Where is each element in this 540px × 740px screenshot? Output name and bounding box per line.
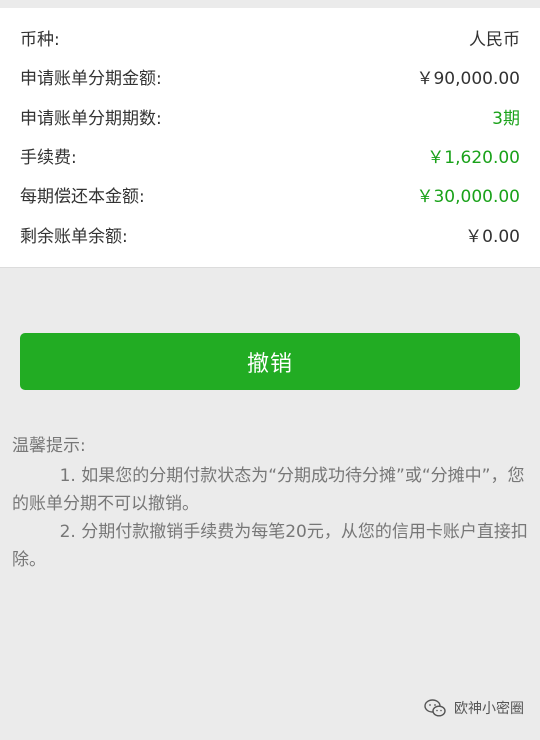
installment-amount-value: ￥90,000.00 — [416, 69, 520, 90]
fee-value: ￥1,620.00 — [427, 148, 520, 169]
fee-label: 手续费: — [20, 148, 77, 169]
tips-title: 温馨提示: — [12, 436, 86, 456]
currency-row: 币种: 人民币 — [20, 18, 520, 57]
watermark-text: 欧神小密圈 — [454, 701, 524, 717]
watermark: 欧神小密圈 — [424, 698, 524, 718]
currency-value: 人民币 — [469, 30, 520, 51]
installment-details-card: 币种: 人民币 申请账单分期金额: ￥90,000.00 申请账单分期期数: 3… — [0, 8, 540, 268]
installment-periods-row: 申请账单分期期数: 3期 — [20, 97, 520, 136]
currency-label: 币种: — [20, 30, 60, 51]
principal-per-period-row: 每期偿还本金额: ￥30,000.00 — [20, 175, 520, 214]
top-gap — [0, 0, 540, 8]
principal-per-period-value: ￥30,000.00 — [416, 187, 520, 208]
installment-periods-label: 申请账单分期期数: — [20, 108, 162, 129]
cancel-installment-button[interactable]: 撤销 — [20, 333, 520, 390]
tips-section: 温馨提示: 1. 如果您的分期付款状态为“分期成功待分摊”或“分摊中”，您的账单… — [0, 390, 540, 574]
fee-row: 手续费: ￥1,620.00 — [20, 136, 520, 175]
remaining-balance-label: 剩余账单余额: — [20, 226, 128, 247]
button-area: 撤销 — [0, 268, 540, 390]
tip-item-2: 2. 分期付款撤销手续费为每笔20元，从您的信用卡账户直接扣除。 — [12, 522, 528, 570]
installment-periods-value: 3期 — [492, 108, 520, 129]
installment-amount-row: 申请账单分期金额: ￥90,000.00 — [20, 57, 520, 96]
remaining-balance-row: 剩余账单余额: ￥0.00 — [20, 214, 520, 253]
tip-item-1: 1. 如果您的分期付款状态为“分期成功待分摊”或“分摊中”，您的账单分期不可以撤… — [12, 466, 525, 514]
remaining-balance-value: ￥0.00 — [465, 226, 520, 247]
wechat-icon — [424, 699, 446, 717]
principal-per-period-label: 每期偿还本金额: — [20, 187, 145, 208]
installment-amount-label: 申请账单分期金额: — [20, 69, 162, 90]
